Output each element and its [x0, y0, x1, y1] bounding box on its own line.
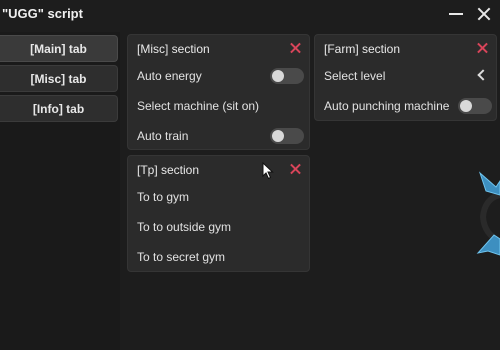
- to-gym-label: To to gym: [137, 190, 190, 204]
- farm-section-close-icon[interactable]: [476, 41, 490, 55]
- to-outside-gym-button[interactable]: To to outside gym: [128, 214, 309, 240]
- toggle-knob: [460, 100, 472, 112]
- tab-main[interactable]: [Main] tab: [0, 35, 118, 62]
- tab-info[interactable]: [Info] tab: [0, 95, 118, 122]
- auto-punching-row[interactable]: Auto punching machine: [315, 93, 496, 119]
- tp-section-header: [Tp] section: [128, 156, 309, 182]
- close-window-icon[interactable]: [472, 0, 494, 28]
- farm-section-title: [Farm] section: [324, 42, 401, 56]
- minimize-icon[interactable]: [446, 0, 468, 28]
- toggle-knob: [272, 130, 284, 142]
- tp-section-panel: [Tp] section To to gym To to outside gym…: [127, 155, 310, 272]
- select-machine-button[interactable]: Select machine (sit on): [128, 93, 309, 119]
- mouse-cursor-icon: [262, 162, 274, 180]
- window-title: "UGG" script: [2, 6, 83, 21]
- to-gym-button[interactable]: To to gym: [128, 184, 309, 210]
- toggle-knob: [272, 70, 284, 82]
- title-bar: "UGG" script: [0, 0, 500, 28]
- misc-section-header: [Misc] section: [128, 35, 309, 61]
- auto-train-toggle[interactable]: [270, 128, 304, 144]
- misc-section-close-icon[interactable]: [289, 41, 303, 55]
- select-level-dropdown[interactable]: Select level: [315, 63, 496, 89]
- tab-misc[interactable]: [Misc] tab: [0, 65, 118, 92]
- farm-section-header: [Farm] section: [315, 35, 496, 61]
- select-level-label: Select level: [324, 69, 386, 83]
- auto-punching-toggle[interactable]: [458, 98, 492, 114]
- auto-punching-label: Auto punching machine: [324, 99, 450, 113]
- to-outside-gym-label: To to outside gym: [137, 220, 232, 234]
- misc-section-title: [Misc] section: [137, 42, 210, 56]
- tab-sidebar: [Main] tab [Misc] tab [Info] tab: [0, 32, 120, 350]
- auto-energy-toggle[interactable]: [270, 68, 304, 84]
- tp-section-title: [Tp] section: [137, 163, 200, 177]
- misc-section-panel: [Misc] section Auto energy Select machin…: [127, 34, 310, 150]
- farm-section-panel: [Farm] section Select level Auto punchin…: [314, 34, 497, 121]
- auto-train-row[interactable]: Auto train: [128, 123, 309, 149]
- chevron-left-icon: [476, 68, 486, 82]
- to-secret-gym-label: To to secret gym: [137, 250, 226, 264]
- tp-section-close-icon[interactable]: [289, 162, 303, 176]
- to-secret-gym-button[interactable]: To to secret gym: [128, 244, 309, 270]
- auto-energy-row[interactable]: Auto energy: [128, 63, 309, 89]
- background-game-object-icon: [476, 171, 500, 256]
- select-machine-label: Select machine (sit on): [137, 99, 260, 113]
- auto-energy-label: Auto energy: [137, 69, 202, 83]
- auto-train-label: Auto train: [137, 129, 189, 143]
